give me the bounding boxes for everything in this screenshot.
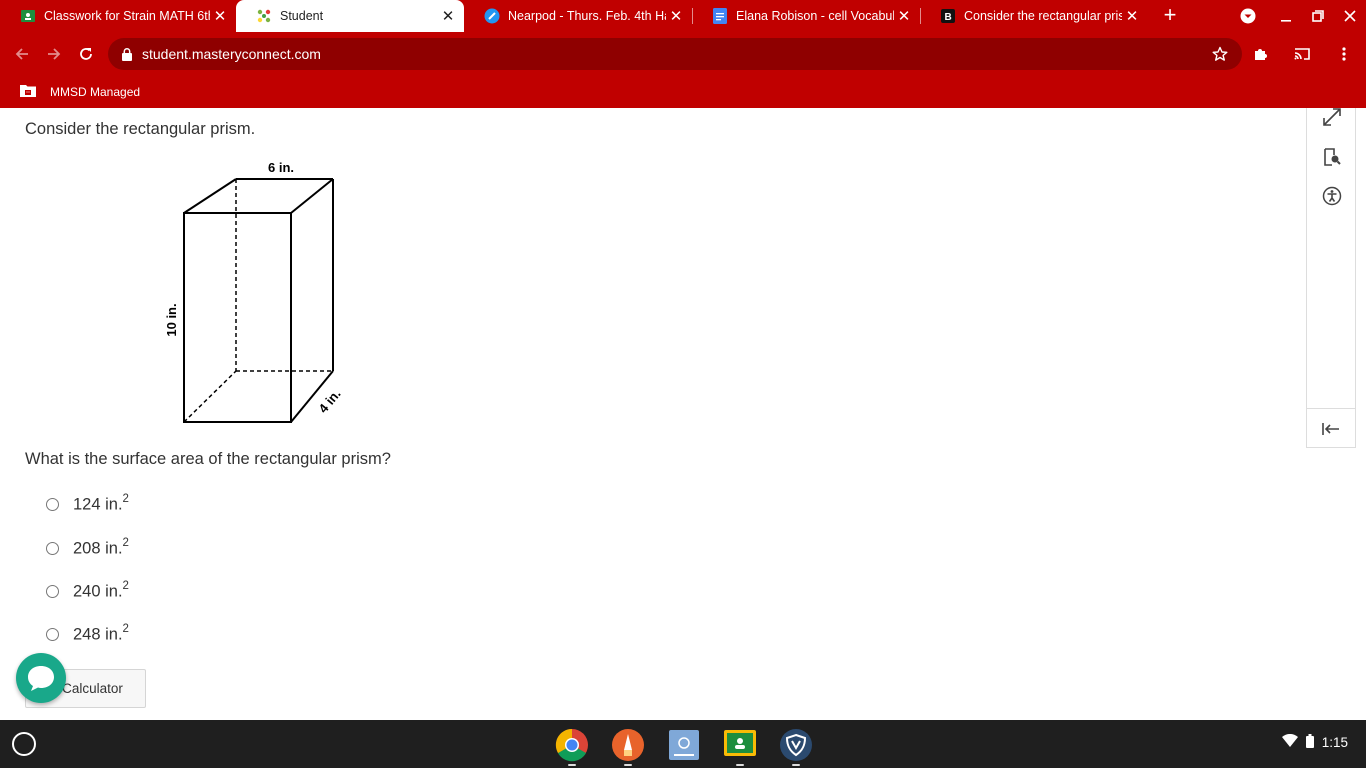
side-toolbar [1306,108,1356,448]
nearpod-icon [484,8,500,24]
back-arrow-icon[interactable] [8,40,36,68]
answer-choice-b[interactable]: 208 in.2 [46,537,129,559]
rectangular-prism-figure: 6 in. 10 in. 4 in. [164,160,344,423]
choice-label: 124 in. [73,495,123,514]
bookmark-star-icon[interactable] [1212,46,1228,67]
clock-time: 1:15 [1321,735,1348,750]
tab-title: Elana Robison - cell Vocabular [736,9,894,23]
running-indicator [792,764,800,766]
tab-student[interactable]: Student ✕ [236,0,464,32]
bookmark-label: MMSD Managed [50,85,141,99]
lock-icon[interactable] [122,47,132,61]
tab-nearpod[interactable]: Nearpod - Thurs. Feb. 4th Hatc ✕ [464,0,693,32]
close-tab-icon[interactable]: ✕ [210,7,230,25]
prism-edge [183,178,237,214]
assessment-content: Consider the rectangular prism. 6 in. 10… [0,108,1366,720]
google-docs-icon [712,8,728,24]
restore-icon[interactable] [1303,0,1333,32]
radio-button[interactable] [46,627,59,641]
prism-hidden-edge [183,370,237,423]
close-tab-icon[interactable]: ✕ [1122,7,1142,25]
tab-search-icon[interactable] [1233,0,1263,32]
svg-text:B: B [945,12,952,23]
question-prompt: Consider the rectangular prism. [25,120,256,138]
depth-label: 4 in. [315,386,343,416]
tab-docs[interactable]: Elana Robison - cell Vocabular ✕ [692,0,921,32]
height-label: 10 in. [164,303,179,336]
system-tray[interactable]: 1:15 [1281,733,1348,751]
folder-icon [20,84,36,100]
bookmarks-bar: MMSD Managed [0,76,1366,108]
browser-toolbar: student.masteryconnect.com [0,32,1366,76]
magnifier-icon[interactable] [1319,144,1345,170]
tab-brainly[interactable]: B Consider the rectangular prism ✕ [920,0,1148,32]
forward-arrow-icon[interactable] [40,40,68,68]
answer-choice-c[interactable]: 240 in.2 [46,580,129,602]
radio-button[interactable] [46,497,59,511]
google-classroom-icon[interactable] [723,728,757,766]
tab-title: Nearpod - Thurs. Feb. 4th Hatc [508,9,666,23]
exponent: 2 [122,537,129,549]
wifi-icon [1281,733,1298,751]
os-shelf: 1:15 [0,720,1366,768]
chat-bubble-icon[interactable] [16,653,66,703]
pencil-app-icon[interactable] [611,728,645,766]
prism-edge [290,178,334,214]
collapse-panel-icon[interactable] [1306,408,1356,448]
url-text: student.masteryconnect.com [142,46,321,62]
chrome-icon[interactable] [555,728,589,766]
prism-front-face [183,212,292,423]
new-tab-button[interactable]: + [1159,4,1181,28]
google-classroom-icon [20,8,36,24]
masteryconnect-icon [256,8,272,24]
answer-choice-d[interactable]: 248 in.2 [46,623,129,645]
reload-icon[interactable] [72,40,100,68]
radio-button[interactable] [46,584,59,598]
tab-title: Classwork for Strain MATH 6th [44,9,210,23]
width-label: 6 in. [268,160,294,175]
running-indicator [624,764,632,766]
menu-kebab-icon[interactable] [1330,40,1358,68]
exponent: 2 [122,623,129,635]
securly-icon[interactable] [779,728,813,766]
student-app-icon[interactable] [667,728,701,762]
cast-icon[interactable] [1288,40,1316,68]
choice-label: 208 in. [73,539,123,558]
exponent: 2 [122,580,129,592]
question-text: What is the surface area of the rectangu… [25,450,391,468]
tab-title: Student [280,9,324,23]
tab-strip: Classwork for Strain MATH 6th ✕ Student … [0,0,1366,32]
bookmark-folder-mmsd[interactable]: MMSD Managed [20,84,140,100]
choice-label: 240 in. [73,582,123,601]
tab-classwork[interactable]: Classwork for Strain MATH 6th ✕ [0,0,236,32]
launcher-icon[interactable] [12,732,36,756]
brainly-icon: B [940,8,956,24]
answer-choice-a[interactable]: 124 in.2 [46,493,129,515]
expand-icon[interactable] [1319,108,1345,130]
radio-button[interactable] [46,541,59,555]
choice-label: 248 in. [73,625,123,644]
extensions-puzzle-icon[interactable] [1246,40,1274,68]
close-tab-icon[interactable]: ✕ [894,7,914,25]
close-window-icon[interactable] [1335,0,1365,32]
running-indicator [568,764,576,766]
close-tab-icon[interactable]: ✕ [666,7,686,25]
running-indicator [736,764,744,766]
minimize-icon[interactable] [1271,0,1301,32]
close-tab-icon[interactable]: ✕ [438,7,458,25]
tab-title: Consider the rectangular prism [964,9,1122,23]
accessibility-icon[interactable] [1319,183,1345,209]
address-bar[interactable]: student.masteryconnect.com [108,38,1242,70]
exponent: 2 [122,493,129,505]
battery-icon [1305,734,1314,751]
